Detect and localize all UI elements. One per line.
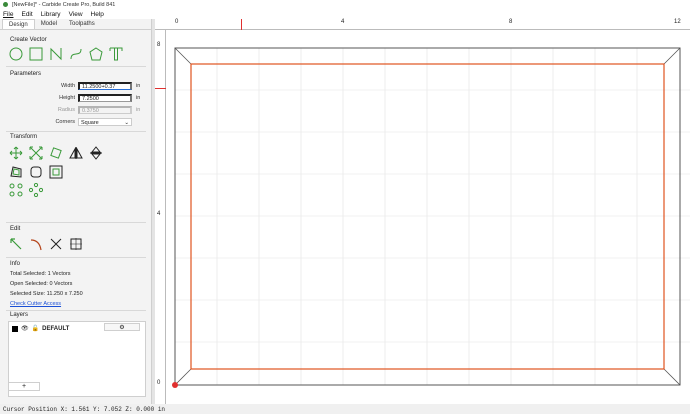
menu-edit[interactable]: Edit xyxy=(21,11,32,18)
height-label: Height xyxy=(59,95,75,101)
divider xyxy=(6,222,146,223)
circle-icon[interactable] xyxy=(8,46,23,61)
parameters-title: Parameters xyxy=(10,71,42,77)
flip-icon[interactable] xyxy=(88,145,103,160)
selected-size: Selected Size: 11.250 x 7.250 xyxy=(10,291,83,297)
edit-title: Edit xyxy=(10,226,21,232)
layer-name: DEFAULT xyxy=(42,325,70,332)
tab-design[interactable]: Design xyxy=(2,19,35,29)
transform-title: Transform xyxy=(10,134,38,140)
node-edit-icon[interactable] xyxy=(8,236,23,251)
width-unit: in xyxy=(136,83,141,89)
menu-file[interactable]: File xyxy=(3,11,13,18)
title-bar: [NewFile]* - Carbide Create Pro, Build 8… xyxy=(0,0,690,9)
add-layer-button[interactable]: + xyxy=(8,382,40,391)
divider xyxy=(6,66,146,67)
layer-color-swatch[interactable] xyxy=(12,325,18,332)
grid xyxy=(175,48,690,385)
transform-tools-row-1 xyxy=(8,145,103,160)
create-vector-tools xyxy=(8,46,123,61)
menu-view[interactable]: View xyxy=(69,11,83,18)
corners-value: Square xyxy=(81,120,99,126)
gear-icon: ⚙ xyxy=(119,324,125,331)
check-cutter-access-link[interactable]: Check Cutter Access xyxy=(10,301,61,307)
move-icon[interactable] xyxy=(8,145,23,160)
circular-array-icon[interactable] xyxy=(28,182,43,197)
width-label: Width xyxy=(60,83,75,89)
mirror-icon[interactable] xyxy=(68,145,83,160)
design-canvas[interactable] xyxy=(155,19,690,404)
ruler-v-label-0: 0 xyxy=(157,380,161,386)
menu-bar: File Edit Library View Help xyxy=(0,9,690,19)
polyline-icon[interactable] xyxy=(48,46,63,61)
chevron-down-icon: ⌄ xyxy=(124,120,129,126)
corners-select[interactable]: Square ⌄ xyxy=(78,118,132,126)
divider xyxy=(6,131,146,132)
transform-tools-row-3 xyxy=(8,182,43,197)
text-icon[interactable] xyxy=(108,46,123,61)
selected-rectangle-vector[interactable] xyxy=(190,63,665,370)
canvas-svg xyxy=(172,47,690,388)
status-bar: Cursor Position X: 1.561 Y: 7.052 Z: 0.0… xyxy=(0,404,690,414)
offset-icon[interactable] xyxy=(8,164,23,179)
eye-icon[interactable]: 👁 xyxy=(21,325,29,332)
ruler-v-label-8: 8 xyxy=(157,42,161,48)
window-title: [NewFile]* - Carbide Create Pro, Build 8… xyxy=(12,1,116,8)
menu-library[interactable]: Library xyxy=(41,11,61,18)
height-field[interactable] xyxy=(78,94,132,102)
app-icon xyxy=(3,2,8,7)
divider xyxy=(6,257,146,258)
info-title: Info xyxy=(10,261,21,267)
menu-help[interactable]: Help xyxy=(91,11,104,18)
ruler-h-label-0: 0 xyxy=(175,19,179,25)
cursor-position: Cursor Position X: 1.561 Y: 7.052 Z: 0.0… xyxy=(3,405,166,413)
corners-label: Corners xyxy=(55,119,75,125)
align-icon[interactable] xyxy=(48,164,63,179)
ruler-h-label-4: 4 xyxy=(341,19,345,25)
stock-outline xyxy=(174,47,681,386)
divider xyxy=(6,310,146,311)
left-panel: Design Model Toolpaths Create Vector Par… xyxy=(0,19,152,404)
radius-unit: in xyxy=(136,107,141,113)
create-vector-title: Create Vector xyxy=(10,37,47,43)
horizontal-ruler: 0 4 8 12 xyxy=(155,19,690,30)
fillet-icon[interactable] xyxy=(28,164,43,179)
tab-model[interactable]: Model xyxy=(35,19,63,29)
rotate-icon[interactable] xyxy=(48,145,63,160)
tab-toolpaths[interactable]: Toolpaths xyxy=(63,19,101,29)
cursor-y-marker xyxy=(155,88,166,89)
vertical-ruler: 8 4 0 xyxy=(155,30,166,404)
rectangle-icon[interactable] xyxy=(28,46,43,61)
layer-settings-button[interactable]: ⚙ xyxy=(104,323,140,331)
origin-marker xyxy=(172,382,178,388)
join-icon[interactable] xyxy=(28,236,43,251)
trim-icon[interactable] xyxy=(48,236,63,251)
boolean-icon[interactable] xyxy=(68,236,83,251)
lock-icon[interactable]: 🔓 xyxy=(32,325,39,332)
edit-tools xyxy=(8,236,83,251)
height-unit: in xyxy=(136,95,141,101)
total-selected: Total Selected: 1 Vectors xyxy=(10,271,71,277)
polygon-icon[interactable] xyxy=(88,46,103,61)
scale-icon[interactable] xyxy=(28,145,43,160)
panel-tabs: Design Model Toolpaths xyxy=(0,19,151,30)
width-field[interactable] xyxy=(78,82,132,90)
ruler-h-label-8: 8 xyxy=(509,19,513,25)
array-icon[interactable] xyxy=(8,182,23,197)
ruler-h-label-12: 12 xyxy=(674,19,681,25)
stock-bevel xyxy=(174,47,681,386)
radius-field xyxy=(78,106,132,114)
layer-row-default[interactable]: 👁 🔓 DEFAULT xyxy=(12,325,69,332)
cursor-x-marker xyxy=(241,19,242,30)
transform-tools-row-2 xyxy=(8,164,63,179)
layers-title: Layers xyxy=(10,312,29,318)
ruler-v-label-4: 4 xyxy=(157,211,161,217)
radius-label: Radius xyxy=(57,107,75,113)
curve-icon[interactable] xyxy=(68,46,83,61)
open-selected: Open Selected: 0 Vectors xyxy=(10,281,73,287)
